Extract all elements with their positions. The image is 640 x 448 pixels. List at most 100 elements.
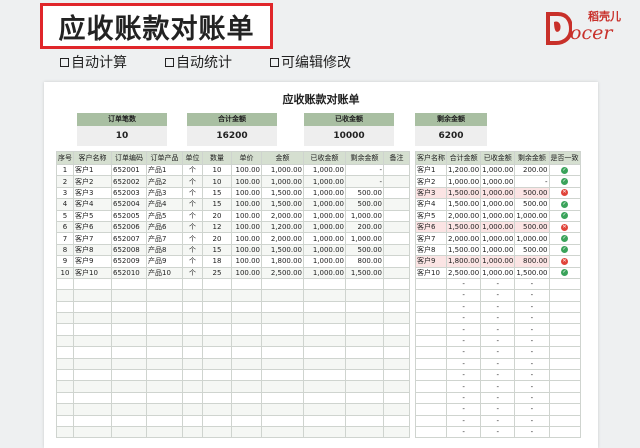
table-cell[interactable]: 500.00 [514,243,550,257]
table-cell[interactable] [261,312,304,325]
table-cell[interactable]: 个 [182,198,203,211]
table-cell[interactable]: 1,500.00 [445,198,482,211]
table-cell[interactable]: 652010 [111,266,147,279]
table-cell[interactable]: 652002 [111,175,147,188]
table-cell[interactable]: 1,000.00 [514,209,550,222]
table-cell[interactable]: 1,800.00 [261,255,304,268]
table-cell[interactable]: 产品10 [146,266,183,279]
table-cell[interactable] [345,414,384,428]
table-cell[interactable] [345,323,384,336]
table-cell[interactable] [231,277,262,291]
table-cell[interactable] [73,334,112,348]
table-cell[interactable] [548,414,581,428]
table-cell[interactable] [383,198,410,211]
table-cell[interactable]: 个 [182,186,203,200]
table-cell[interactable] [261,300,304,314]
table-cell[interactable] [261,403,304,416]
table-cell[interactable]: - [445,403,482,416]
table-cell[interactable] [415,277,447,291]
table-cell[interactable] [73,369,112,382]
table-cell[interactable] [73,357,112,371]
table-cell[interactable]: - [514,175,550,188]
table-cell[interactable]: 10 [56,266,74,279]
table-cell[interactable]: 1,000.00 [480,163,516,177]
table-cell[interactable]: 客户6 [73,220,112,234]
status-cell[interactable]: ✓ [548,209,581,222]
table-cell[interactable] [111,300,147,314]
table-cell[interactable]: 15 [202,243,232,257]
table-cell[interactable]: 1,000.00 [303,243,346,257]
table-cell[interactable] [303,369,346,382]
table-cell[interactable]: 2,000.00 [261,209,304,222]
table-cell[interactable] [182,369,203,382]
table-cell[interactable]: 客户10 [73,266,112,279]
table-cell[interactable]: - [445,300,482,314]
table-cell[interactable] [182,334,203,348]
table-cell[interactable]: 100.00 [231,266,262,279]
table-cell[interactable]: 1,000.00 [303,186,346,200]
table-cell[interactable] [261,357,304,371]
table-cell[interactable] [73,312,112,325]
table-cell[interactable] [415,369,447,382]
table-cell[interactable]: 1,000.00 [303,175,346,188]
table-cell[interactable] [182,391,203,405]
table-cell[interactable]: 100.00 [231,163,262,177]
table-cell[interactable]: 3 [56,186,74,200]
table-cell[interactable] [261,289,304,302]
table-cell[interactable]: 个 [182,220,203,234]
status-cell[interactable]: ✕ [548,186,581,200]
table-cell[interactable]: - [480,334,516,348]
table-cell[interactable]: - [445,323,482,336]
table-cell[interactable] [231,403,262,416]
table-cell[interactable] [548,369,581,382]
table-cell[interactable] [146,346,183,359]
table-cell[interactable] [261,414,304,428]
table-cell[interactable]: 25 [202,266,232,279]
table-cell[interactable] [182,277,203,291]
table-cell[interactable]: 1,000.00 [303,209,346,222]
table-cell[interactable]: - [445,334,482,348]
table-cell[interactable]: 1,000.00 [345,209,384,222]
table-cell[interactable]: 客户3 [415,186,447,200]
table-cell[interactable]: - [514,425,550,439]
table-cell[interactable]: - [514,289,550,302]
table-cell[interactable] [202,357,232,371]
table-cell[interactable]: 1,500.00 [261,198,304,211]
table-cell[interactable]: 1,800.00 [445,255,482,268]
table-cell[interactable]: 652006 [111,220,147,234]
table-cell[interactable] [261,346,304,359]
table-cell[interactable] [383,266,410,279]
table-cell[interactable]: - [480,277,516,291]
table-cell[interactable]: 客户9 [415,255,447,268]
table-cell[interactable]: 100.00 [231,198,262,211]
table-cell[interactable]: 个 [182,232,203,245]
table-cell[interactable]: 1,500.00 [445,186,482,200]
table-cell[interactable]: - [480,425,516,439]
table-cell[interactable] [303,346,346,359]
table-cell[interactable] [345,425,384,439]
table-cell[interactable] [383,232,410,245]
table-cell[interactable] [202,369,232,382]
table-cell[interactable]: - [480,380,516,393]
table-cell[interactable]: 200.00 [345,220,384,234]
table-cell[interactable] [146,403,183,416]
table-cell[interactable]: 客户10 [415,266,447,279]
table-cell[interactable]: 652009 [111,255,147,268]
table-cell[interactable] [146,414,183,428]
table-cell[interactable] [383,403,410,416]
table-cell[interactable] [231,414,262,428]
table-cell[interactable] [548,403,581,416]
table-cell[interactable]: 100.00 [231,175,262,188]
table-cell[interactable] [202,289,232,302]
table-cell[interactable] [56,414,74,428]
table-cell[interactable]: 客户2 [415,175,447,188]
table-cell[interactable]: 2,000.00 [445,209,482,222]
table-cell[interactable] [303,414,346,428]
table-cell[interactable]: 100.00 [231,255,262,268]
summary-value[interactable]: 16200 [187,126,277,146]
status-cell[interactable]: ✓ [548,163,581,177]
table-cell[interactable] [548,334,581,348]
table-cell[interactable] [415,346,447,359]
table-cell[interactable] [303,357,346,371]
table-cell[interactable]: - [445,391,482,405]
